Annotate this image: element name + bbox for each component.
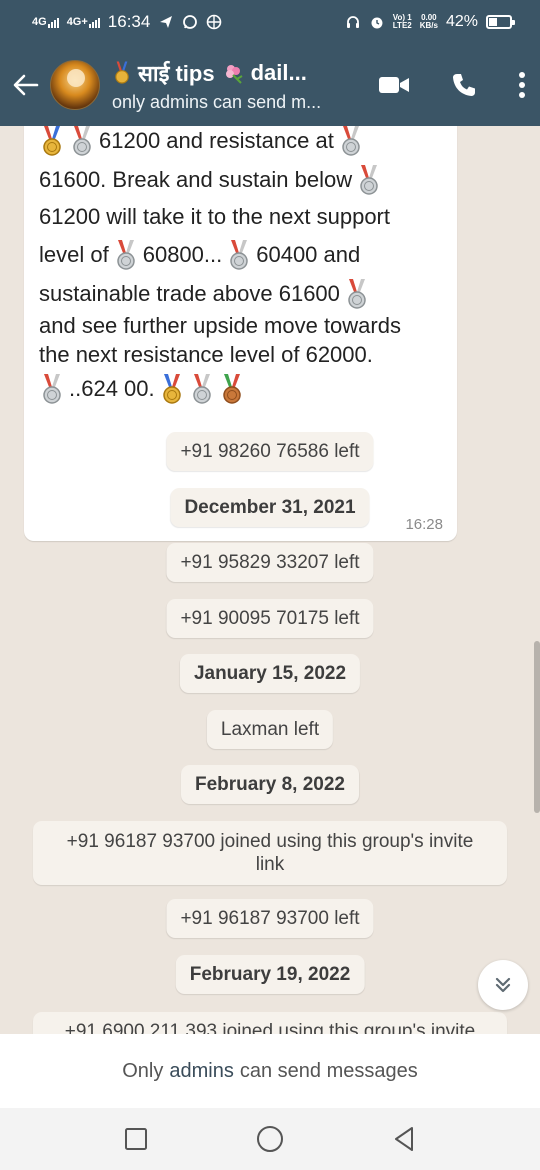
voice-call-icon[interactable] xyxy=(450,71,478,99)
message-line-2: 61600. Break and sustain below xyxy=(39,165,382,195)
battery-percent: 42% xyxy=(445,13,478,30)
chat-title-text: साई tips xyxy=(138,60,215,86)
message-line-7: the next resistance level of 62000. xyxy=(39,342,373,368)
message-timestamp: 16:28 xyxy=(405,516,443,533)
flower-icon xyxy=(225,64,243,84)
whatsapp-status-icon xyxy=(183,15,198,29)
message-text: 61600. Break and sustain below xyxy=(39,167,353,192)
vpn-globe-icon xyxy=(207,14,222,30)
chat-header: साई tips dail... only admins can send m.… xyxy=(0,44,540,126)
message-line-6: and see further upside move towards xyxy=(39,313,401,339)
system-message: +91 95829 33207 left xyxy=(166,543,374,582)
message-text: sustainable trade above 61600 xyxy=(39,281,340,306)
medal-icon xyxy=(73,126,91,156)
message-text: 60800... xyxy=(142,242,223,267)
scroll-down-icon xyxy=(495,977,511,993)
chat-info[interactable]: साई tips dail... only admins can send m.… xyxy=(112,58,352,113)
battery-icon xyxy=(486,15,515,29)
system-message: +91 90095 70175 left xyxy=(166,599,374,638)
group-avatar[interactable] xyxy=(50,60,100,110)
volte-indicator: Vo) 1 LTE2 xyxy=(392,13,412,30)
more-options-icon[interactable] xyxy=(518,71,526,99)
date-separator: February 8, 2022 xyxy=(181,765,359,804)
notice-text: Only xyxy=(122,1059,164,1082)
message-text: and see further upside move towards xyxy=(39,313,401,338)
medal-icon xyxy=(342,126,360,156)
scrollbar-thumb[interactable] xyxy=(534,641,540,813)
alarm-icon xyxy=(371,17,383,29)
medal-icon xyxy=(115,60,129,84)
admins-link[interactable]: admins xyxy=(169,1060,233,1083)
system-navigation-bar xyxy=(0,1108,540,1170)
date-separator: December 31, 2021 xyxy=(170,488,370,527)
medal-icon xyxy=(43,374,61,404)
signal-2-icon: 4G+ xyxy=(66,15,100,28)
admins-only-notice: Only admins can send messages xyxy=(0,1034,540,1108)
message-line-8: ..624 00. xyxy=(39,374,245,404)
date-separator: January 15, 2022 xyxy=(179,654,361,693)
message-text: 60400 and xyxy=(256,242,361,267)
network-type-2: 4G+ xyxy=(66,15,88,28)
medal-icon xyxy=(348,279,366,309)
medal-icon xyxy=(43,126,61,156)
message-line-3: 61200 will take it to the next support xyxy=(39,204,390,230)
clock: 16:34 xyxy=(107,12,151,31)
medal-icon xyxy=(230,240,248,270)
message-text: 61200 and resistance at xyxy=(99,128,334,153)
signal-1-icon: 4G xyxy=(32,15,59,28)
headset-icon xyxy=(346,16,359,28)
chat-title: साई tips dail... xyxy=(112,58,352,88)
message-text: 61200 will take it to the next support xyxy=(39,204,390,229)
message-text: the next resistance level of 62000. xyxy=(39,342,373,367)
recents-nav-icon[interactable] xyxy=(124,1127,148,1151)
message-text: ..624 00. xyxy=(69,376,155,401)
message-text: level of xyxy=(39,242,109,267)
home-nav-icon[interactable] xyxy=(256,1125,284,1153)
back-nav-icon[interactable] xyxy=(392,1126,416,1152)
message-line-4: level of 60800... 60400 and xyxy=(39,240,360,270)
system-message: Laxman left xyxy=(206,710,334,749)
chat-subtitle: only admins can send m... xyxy=(112,91,322,112)
status-bar: 4G 4G+ 16:34 Vo) 1 LTE2 0.00 KB/s 42% xyxy=(0,0,540,44)
medal-icon xyxy=(162,374,181,404)
chat-title-suffix: dail... xyxy=(250,59,307,85)
message-bubble[interactable]: 61200 and resistance at 61600. Break and… xyxy=(24,126,457,541)
system-message: +91 6900 211 393 joined using this group… xyxy=(33,1012,507,1034)
video-call-icon[interactable] xyxy=(378,74,410,96)
network-speed: 0.00 KB/s xyxy=(419,13,438,30)
network-type-1: 4G xyxy=(32,15,47,28)
message-line-5: sustainable trade above 61600 xyxy=(39,279,370,309)
chat-area[interactable]: 61200 and resistance at 61600. Break and… xyxy=(0,126,540,1034)
system-message: +91 96187 93700 joined using this group'… xyxy=(33,821,507,885)
navigation-arrow-icon xyxy=(160,16,173,28)
medal-icon xyxy=(222,374,241,404)
scroll-to-bottom-button[interactable] xyxy=(478,960,528,1010)
notice-text: can send messages xyxy=(239,1059,418,1082)
back-button[interactable] xyxy=(4,44,48,126)
message-line-1: 61200 and resistance at xyxy=(39,126,364,156)
system-message: +91 96187 93700 left xyxy=(166,899,374,938)
system-message: +91 98260 76586 left xyxy=(166,432,374,471)
back-arrow-icon xyxy=(13,74,39,96)
medal-icon xyxy=(116,240,135,270)
date-separator: February 19, 2022 xyxy=(175,955,365,994)
medal-icon xyxy=(192,374,211,404)
medal-icon xyxy=(360,165,378,195)
